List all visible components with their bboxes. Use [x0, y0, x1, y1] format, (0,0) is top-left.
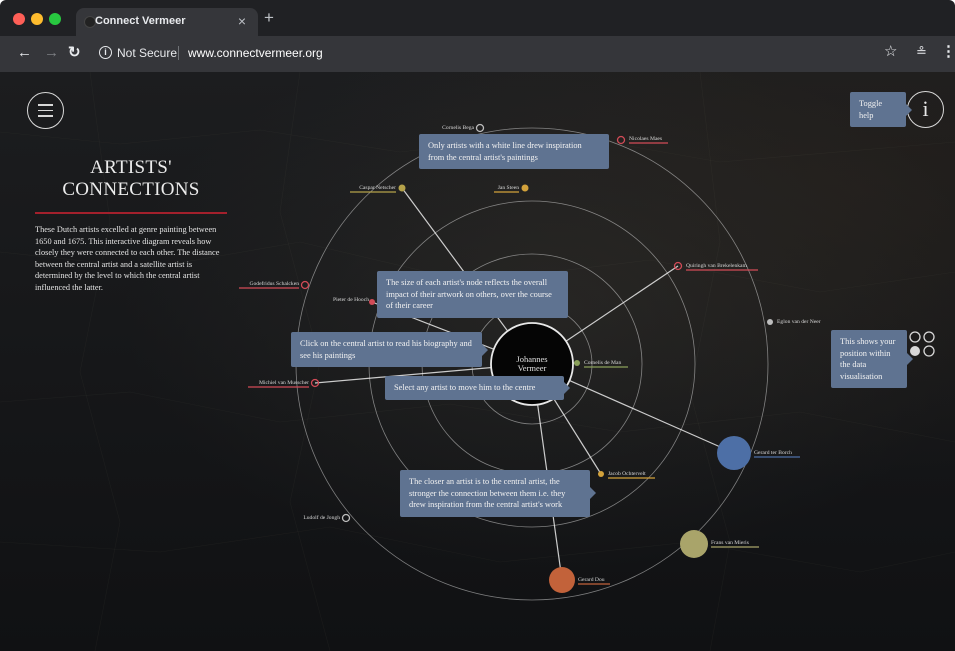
toggle-help-tooltip[interactable]: Toggle help — [850, 92, 912, 127]
node-de-man — [574, 360, 580, 366]
central-label-line2: Vermeer — [518, 363, 547, 373]
tab-title: Connect Vermeer — [95, 15, 186, 27]
node-ter-borch — [717, 436, 751, 470]
label-ochtervelt: Jacob Ochtervelt — [608, 471, 646, 477]
info-icon[interactable]: i — [99, 46, 112, 59]
forward-arrow-icon[interactable]: → — [44, 45, 59, 61]
address-bar[interactable]: i Not Secure www.connectvermeer.org — [92, 41, 876, 66]
node-van-der-neer — [767, 319, 773, 325]
label-de-hooch: Pieter de Hooch — [333, 297, 369, 303]
label-van-mieris: Frans van Mieris — [711, 540, 749, 546]
label-van-der-neer: Eglon van der Neer — [777, 319, 821, 325]
select-artist-tooltip: Select any artist to move him to the cen… — [385, 376, 570, 400]
white-line-tooltip: Only artists with a white line drew insp… — [419, 134, 609, 169]
node-dou — [549, 567, 575, 593]
node-nicolaes-maes — [616, 135, 626, 145]
url-text[interactable]: www.connectvermeer.org — [188, 46, 323, 60]
info-help-icon[interactable]: i — [907, 91, 944, 128]
extension-icon[interactable]: ≗ — [916, 44, 927, 60]
label-de-man: Cornelis de Man — [584, 360, 621, 366]
node-jan-steen — [521, 184, 529, 192]
node-caspar-netscher — [398, 184, 406, 192]
label-de-jongh: Ludolf de Jongh — [303, 514, 340, 521]
label-caspar-netscher: Caspar Netscher — [359, 185, 396, 191]
minimap-icon[interactable] — [908, 330, 936, 358]
label-nicolaes-maes: Nicolaes Maes — [629, 136, 662, 142]
browser-toolbar: ← → ↻ i Not Secure www.connectvermeer.or… — [0, 36, 955, 72]
maximize-window-button[interactable] — [49, 13, 61, 25]
tab-connect-vermeer[interactable]: Connect Vermeer × — [76, 8, 258, 36]
page-title: ARTISTS' CONNECTIONS — [62, 157, 200, 200]
label-schalcken: Godefridus Schalcken — [249, 280, 299, 287]
back-arrow-icon[interactable]: ← — [17, 45, 32, 61]
menu-dots-icon[interactable]: ⋮ — [941, 44, 955, 60]
label-jan-steen: Jan Steen — [498, 185, 519, 191]
label-musscher: Michiel van Musscher — [259, 380, 309, 386]
node-schalcken — [300, 280, 310, 290]
intro-text: These Dutch artists excelled at genre pa… — [35, 225, 220, 292]
node-size-tooltip: The size of each artist's node reflects … — [377, 271, 568, 318]
star-icon[interactable]: ☆ — [884, 44, 897, 60]
label-brekelenkam: Quiringh van Brekelenkam — [686, 263, 748, 269]
separator — [178, 46, 179, 60]
reload-icon[interactable]: ↻ — [68, 45, 81, 61]
node-de-hooch — [369, 299, 375, 305]
menu-hamburger-icon[interactable] — [27, 92, 64, 129]
browser-window: Connect Vermeer × + ← → ↻ i Not Secure w… — [0, 0, 955, 651]
node-cornelis-bega — [475, 123, 485, 133]
central-click-tooltip: Click on the central artist to read his … — [291, 332, 488, 367]
tab-close-icon[interactable]: × — [238, 13, 246, 29]
label-dou: Gerard Dou — [578, 577, 605, 583]
minimize-window-button[interactable] — [31, 13, 43, 25]
node-van-mieris — [680, 530, 708, 558]
node-de-jongh — [341, 513, 351, 523]
label-cornelis-bega: Cornelis Bega — [442, 125, 474, 131]
new-tab-button[interactable]: + — [264, 9, 274, 26]
close-window-button[interactable] — [13, 13, 25, 25]
position-tooltip: This shows your position within the data… — [831, 330, 913, 388]
security-label[interactable]: Not Secure — [117, 46, 177, 60]
tab-strip: Connect Vermeer × + — [0, 0, 955, 36]
page-content: Johannes Vermeer Cornelis Bega Nicolaes … — [0, 72, 955, 651]
node-ochtervelt — [598, 471, 604, 477]
label-ter-borch: Gerard ter Borch — [754, 450, 792, 456]
title-divider — [35, 212, 227, 214]
closer-tooltip: The closer an artist is to the central a… — [400, 470, 596, 517]
